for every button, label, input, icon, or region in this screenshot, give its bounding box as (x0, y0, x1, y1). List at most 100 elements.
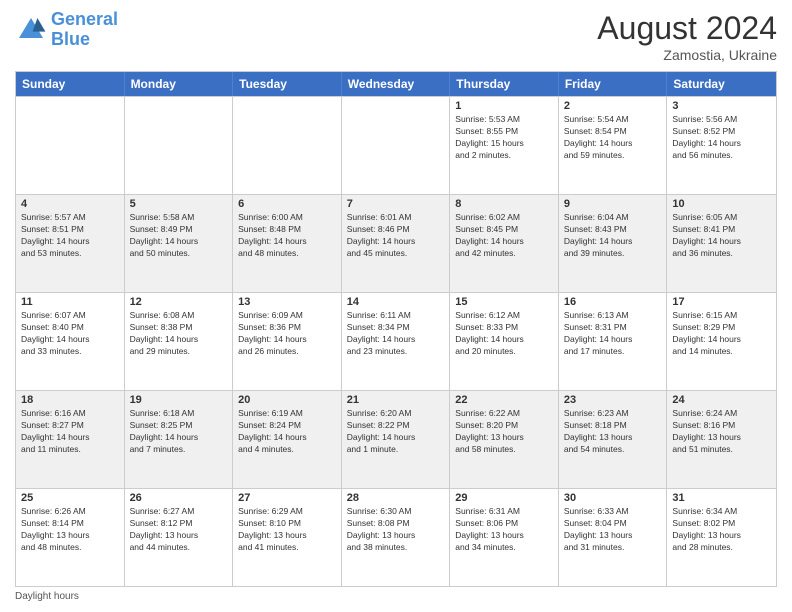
day-number: 29 (455, 492, 553, 504)
day-of-week-wednesday: Wednesday (342, 72, 451, 96)
day-info: Sunrise: 6:08 AM Sunset: 8:38 PM Dayligh… (130, 310, 228, 358)
cal-cell: 28 Sunrise: 6:30 AM Sunset: 8:08 PM Dayli… (342, 489, 451, 586)
cal-cell: 7Sunrise: 6:01 AM Sunset: 8:46 PM Daylig… (342, 195, 451, 292)
day-info: Sunrise: 6:22 AM Sunset: 8:20 PM Dayligh… (455, 408, 553, 456)
cal-cell: 3Sunrise: 5:56 AM Sunset: 8:52 PM Daylig… (667, 97, 776, 194)
cal-cell: 9 Sunrise: 6:04 AM Sunset: 8:43 PM Daylig… (559, 195, 668, 292)
calendar-week-5: 25Sunrise: 6:26 AM Sunset: 8:14 PM Dayli… (16, 488, 776, 586)
day-number: 24 (672, 394, 771, 406)
calendar-week-2: 4Sunrise: 5:57 AM Sunset: 8:51 PM Daylig… (16, 194, 776, 292)
cal-cell: 25Sunrise: 6:26 AM Sunset: 8:14 PM Dayli… (16, 489, 125, 586)
cal-cell: 30 Sunrise: 6:33 AM Sunset: 8:04 PM Dayli… (559, 489, 668, 586)
calendar-week-1: 1 Sunrise: 5:53 AM Sunset: 8:55 PM Daylig… (16, 96, 776, 194)
day-of-week-saturday: Saturday (667, 72, 776, 96)
day-info: Sunrise: 5:53 AM Sunset: 8:55 PM Dayligh… (455, 114, 553, 162)
calendar-week-4: 18Sunrise: 6:16 AM Sunset: 8:27 PM Dayli… (16, 390, 776, 488)
day-info: Sunrise: 6:34 AM Sunset: 8:02 PM Dayligh… (672, 506, 771, 554)
day-info: Sunrise: 6:30 AM Sunset: 8:08 PM Dayligh… (347, 506, 445, 554)
cal-cell: 21 Sunrise: 6:20 AM Sunset: 8:22 PM Dayli… (342, 391, 451, 488)
day-number: 7 (347, 198, 445, 210)
logo-line2: Blue (51, 29, 90, 49)
day-number: 11 (21, 296, 119, 308)
day-info: Sunrise: 6:00 AM Sunset: 8:48 PM Dayligh… (238, 212, 336, 260)
day-number: 25 (21, 492, 119, 504)
cal-cell: 23Sunrise: 6:23 AM Sunset: 8:18 PM Dayli… (559, 391, 668, 488)
header: General Blue August 2024 Zamostia, Ukrai… (15, 10, 777, 63)
day-number: 18 (21, 394, 119, 406)
cal-cell (125, 97, 234, 194)
cal-cell: 6 Sunrise: 6:00 AM Sunset: 8:48 PM Daylig… (233, 195, 342, 292)
day-info: Sunrise: 6:18 AM Sunset: 8:25 PM Dayligh… (130, 408, 228, 456)
cal-cell: 14Sunrise: 6:11 AM Sunset: 8:34 PM Dayli… (342, 293, 451, 390)
footer-note: Daylight hours (15, 591, 777, 602)
day-info: Sunrise: 5:57 AM Sunset: 8:51 PM Dayligh… (21, 212, 119, 260)
logo: General Blue (15, 10, 118, 50)
subtitle: Zamostia, Ukraine (597, 47, 777, 63)
day-info: Sunrise: 6:04 AM Sunset: 8:43 PM Dayligh… (564, 212, 662, 260)
cal-cell: 11 Sunrise: 6:07 AM Sunset: 8:40 PM Dayli… (16, 293, 125, 390)
day-number: 23 (564, 394, 662, 406)
day-number: 14 (347, 296, 445, 308)
cal-cell: 12 Sunrise: 6:08 AM Sunset: 8:38 PM Dayli… (125, 293, 234, 390)
cal-cell (342, 97, 451, 194)
cal-cell: 16 Sunrise: 6:13 AM Sunset: 8:31 PM Dayli… (559, 293, 668, 390)
cal-cell: 1 Sunrise: 5:53 AM Sunset: 8:55 PM Daylig… (450, 97, 559, 194)
day-info: Sunrise: 6:15 AM Sunset: 8:29 PM Dayligh… (672, 310, 771, 358)
page: General Blue August 2024 Zamostia, Ukrai… (0, 0, 792, 612)
calendar-header: SundayMondayTuesdayWednesdayThursdayFrid… (16, 72, 776, 96)
day-info: Sunrise: 6:02 AM Sunset: 8:45 PM Dayligh… (455, 212, 553, 260)
day-number: 22 (455, 394, 553, 406)
day-number: 28 (347, 492, 445, 504)
day-number: 21 (347, 394, 445, 406)
day-number: 16 (564, 296, 662, 308)
day-info: Sunrise: 6:33 AM Sunset: 8:04 PM Dayligh… (564, 506, 662, 554)
day-number: 27 (238, 492, 336, 504)
cal-cell: 5 Sunrise: 5:58 AM Sunset: 8:49 PM Daylig… (125, 195, 234, 292)
cal-cell: 15Sunrise: 6:12 AM Sunset: 8:33 PM Dayli… (450, 293, 559, 390)
day-number: 13 (238, 296, 336, 308)
day-number: 30 (564, 492, 662, 504)
day-of-week-thursday: Thursday (450, 72, 559, 96)
day-info: Sunrise: 6:31 AM Sunset: 8:06 PM Dayligh… (455, 506, 553, 554)
day-number: 9 (564, 198, 662, 210)
day-info: Sunrise: 6:24 AM Sunset: 8:16 PM Dayligh… (672, 408, 771, 456)
day-number: 3 (672, 100, 771, 112)
day-info: Sunrise: 6:27 AM Sunset: 8:12 PM Dayligh… (130, 506, 228, 554)
day-number: 1 (455, 100, 553, 112)
cal-cell: 8Sunrise: 6:02 AM Sunset: 8:45 PM Daylig… (450, 195, 559, 292)
cal-cell: 4Sunrise: 5:57 AM Sunset: 8:51 PM Daylig… (16, 195, 125, 292)
day-number: 5 (130, 198, 228, 210)
cal-cell (233, 97, 342, 194)
calendar: SundayMondayTuesdayWednesdayThursdayFrid… (15, 71, 777, 587)
day-of-week-sunday: Sunday (16, 72, 125, 96)
cal-cell: 19Sunrise: 6:18 AM Sunset: 8:25 PM Dayli… (125, 391, 234, 488)
day-number: 2 (564, 100, 662, 112)
cal-cell: 13 Sunrise: 6:09 AM Sunset: 8:36 PM Dayli… (233, 293, 342, 390)
day-info: Sunrise: 6:29 AM Sunset: 8:10 PM Dayligh… (238, 506, 336, 554)
day-number: 26 (130, 492, 228, 504)
cal-cell: 22 Sunrise: 6:22 AM Sunset: 8:20 PM Dayli… (450, 391, 559, 488)
day-info: Sunrise: 6:13 AM Sunset: 8:31 PM Dayligh… (564, 310, 662, 358)
main-title: August 2024 (597, 10, 777, 47)
day-of-week-tuesday: Tuesday (233, 72, 342, 96)
cal-cell: 26 Sunrise: 6:27 AM Sunset: 8:12 PM Dayli… (125, 489, 234, 586)
cal-cell: 24 Sunrise: 6:24 AM Sunset: 8:16 PM Dayli… (667, 391, 776, 488)
day-of-week-friday: Friday (559, 72, 668, 96)
cal-cell: 17Sunrise: 6:15 AM Sunset: 8:29 PM Dayli… (667, 293, 776, 390)
footer-note-text: Daylight hours (15, 591, 79, 602)
day-number: 15 (455, 296, 553, 308)
cal-cell: 18Sunrise: 6:16 AM Sunset: 8:27 PM Dayli… (16, 391, 125, 488)
day-info: Sunrise: 6:07 AM Sunset: 8:40 PM Dayligh… (21, 310, 119, 358)
calendar-week-3: 11 Sunrise: 6:07 AM Sunset: 8:40 PM Dayli… (16, 292, 776, 390)
logo-icon (15, 14, 47, 46)
cal-cell: 29 Sunrise: 6:31 AM Sunset: 8:06 PM Dayli… (450, 489, 559, 586)
day-number: 12 (130, 296, 228, 308)
cal-cell: 20Sunrise: 6:19 AM Sunset: 8:24 PM Dayli… (233, 391, 342, 488)
title-block: August 2024 Zamostia, Ukraine (597, 10, 777, 63)
day-info: Sunrise: 6:19 AM Sunset: 8:24 PM Dayligh… (238, 408, 336, 456)
cal-cell (16, 97, 125, 194)
day-info: Sunrise: 6:20 AM Sunset: 8:22 PM Dayligh… (347, 408, 445, 456)
day-info: Sunrise: 5:58 AM Sunset: 8:49 PM Dayligh… (130, 212, 228, 260)
day-number: 6 (238, 198, 336, 210)
day-info: Sunrise: 6:09 AM Sunset: 8:36 PM Dayligh… (238, 310, 336, 358)
